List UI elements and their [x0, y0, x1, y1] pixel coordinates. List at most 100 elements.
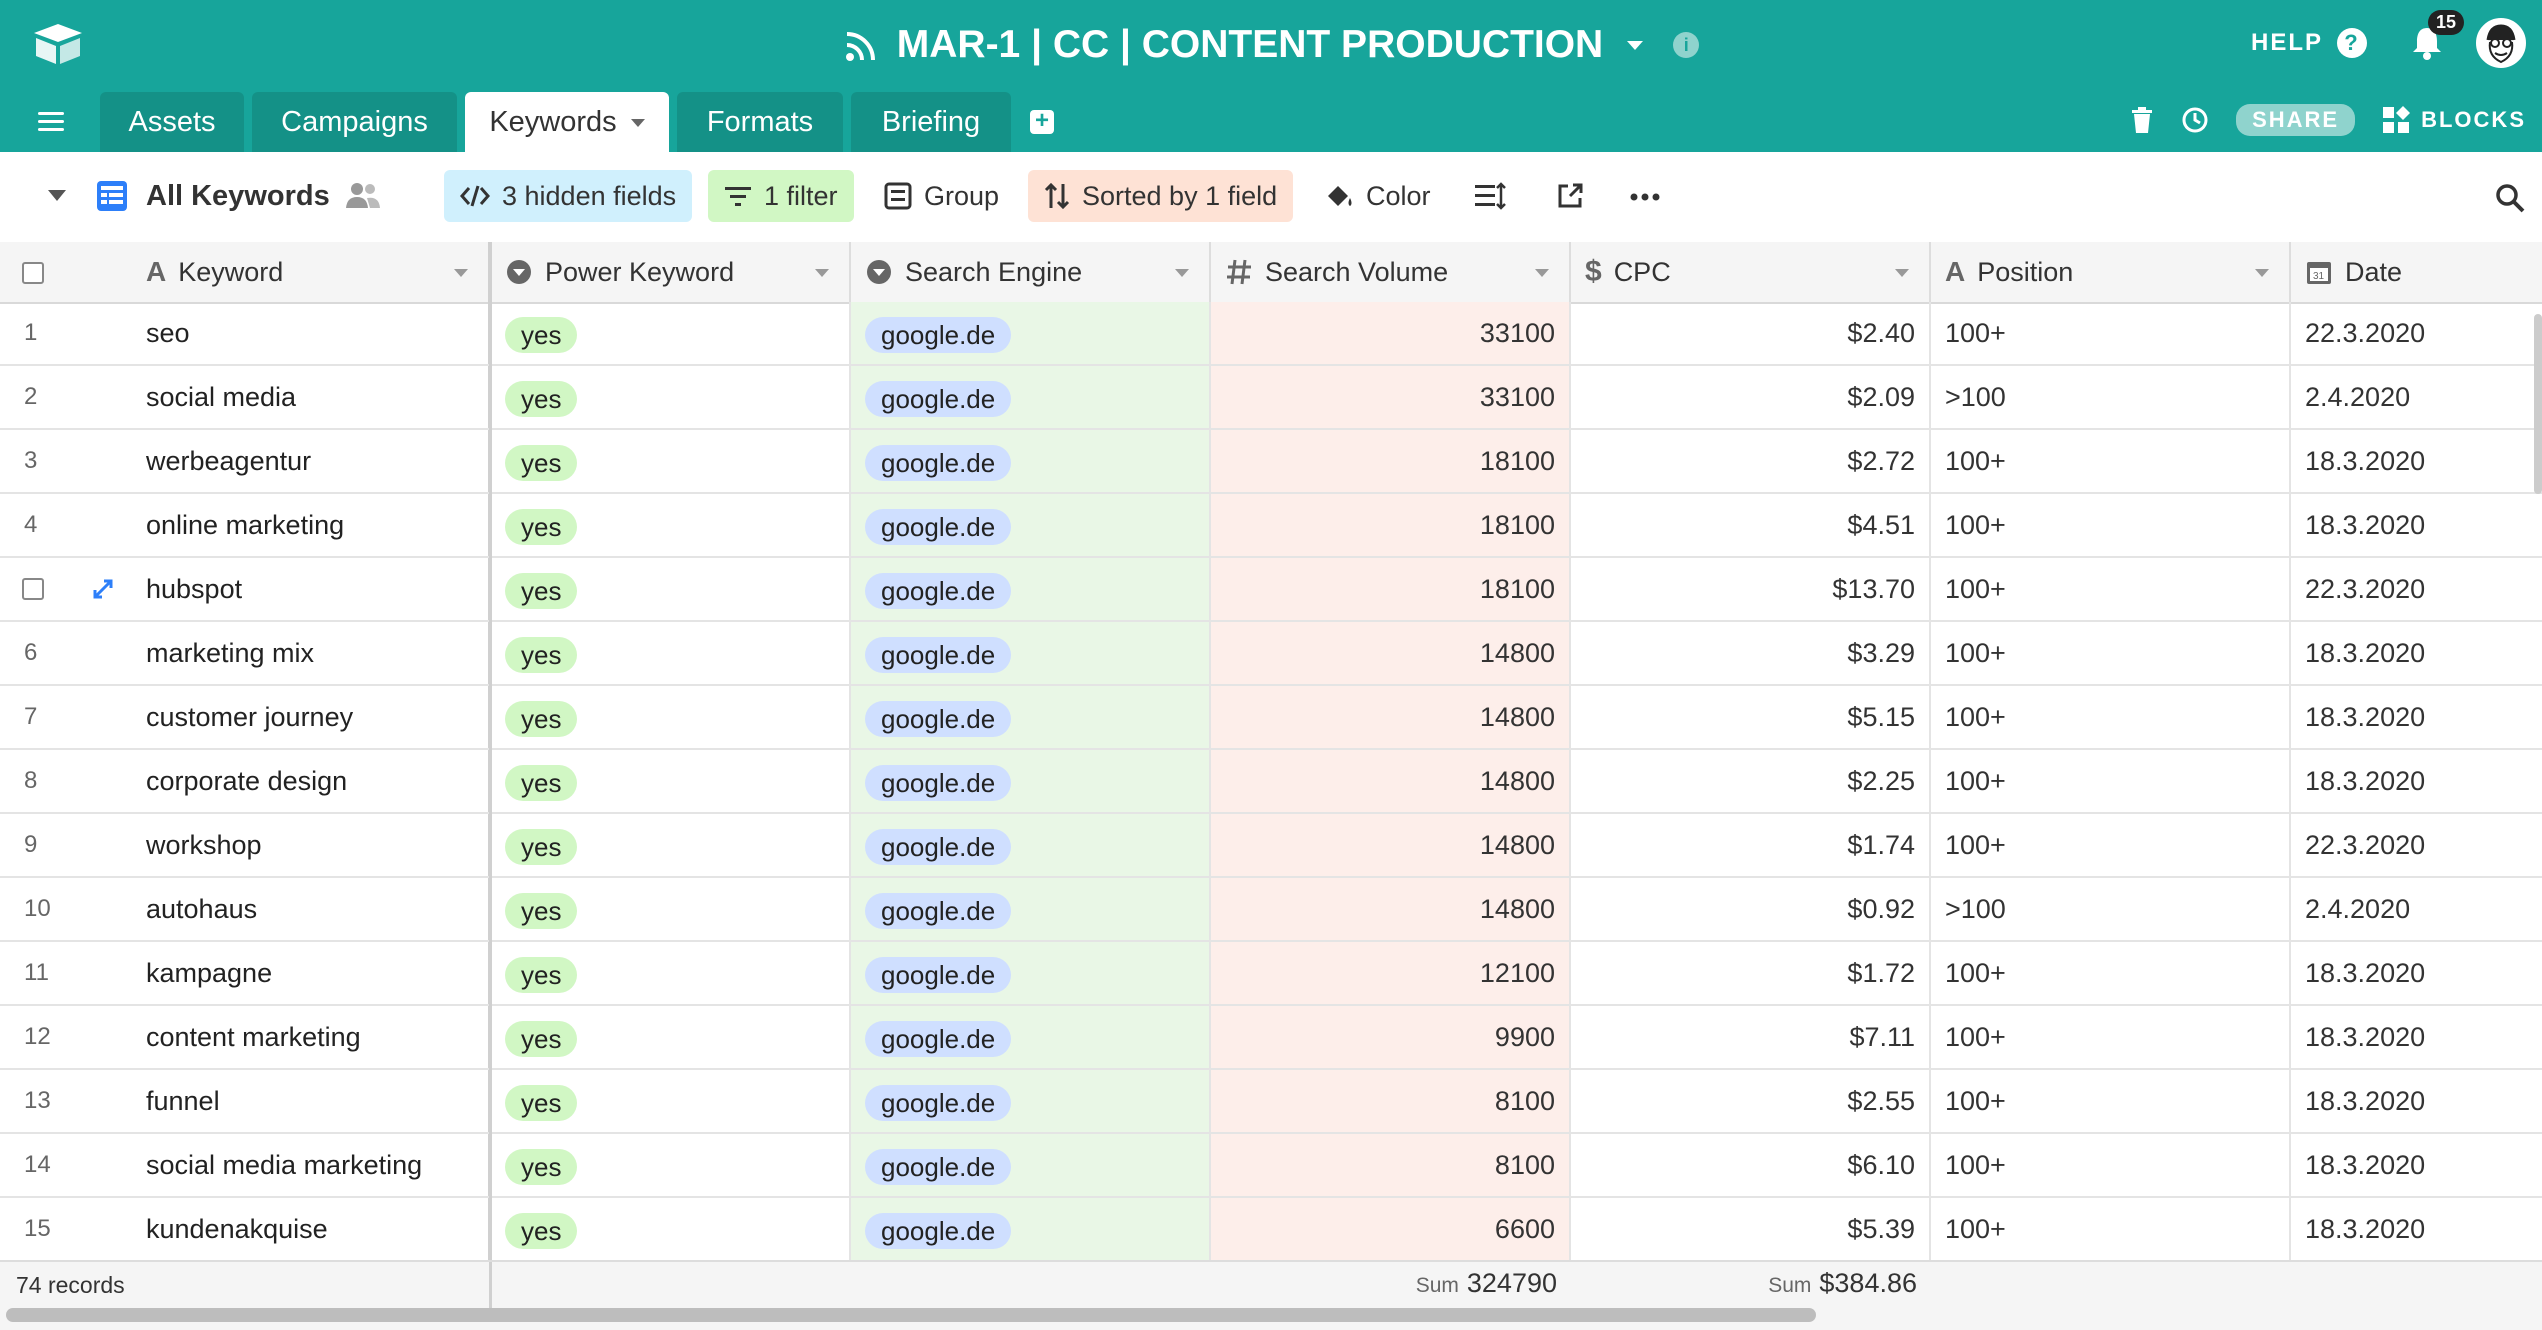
table-row[interactable]: 11 kampagne yes google.de 12100 $1.72 100+ 18.3… — [0, 942, 2542, 1006]
table-row[interactable]: 1 seo yes google.de 33100 $2.40 100+ 22.3.2020 — [0, 302, 2542, 366]
cpc-cell[interactable]: $2.40 — [1571, 302, 1931, 364]
hidden-fields-button[interactable]: 3 hidden fields — [444, 170, 693, 222]
cpc-cell[interactable]: $2.25 — [1571, 750, 1931, 812]
position-cell[interactable]: >100 — [1931, 878, 2291, 940]
view-name[interactable]: All Keywords — [146, 170, 330, 222]
cpc-cell[interactable]: $7.11 — [1571, 1006, 1931, 1068]
search-volume-cell[interactable]: 18100 — [1211, 430, 1571, 492]
share-button[interactable]: SHARE — [2236, 104, 2356, 136]
search-volume-sum[interactable]: Sum 324790 — [1211, 1268, 1557, 1299]
cpc-cell[interactable]: $0.92 — [1571, 878, 1931, 940]
power-keyword-cell[interactable]: yes — [491, 1198, 851, 1260]
search-icon[interactable] — [2494, 182, 2526, 214]
tab-keywords[interactable]: Keywords — [465, 92, 669, 152]
hamburger-menu-icon[interactable] — [38, 112, 64, 132]
search-volume-cell[interactable]: 14800 — [1211, 878, 1571, 940]
position-cell[interactable]: 100+ — [1931, 942, 2291, 1004]
power-keyword-cell[interactable]: yes — [491, 814, 851, 876]
position-cell[interactable]: 100+ — [1931, 1198, 2291, 1260]
tab-briefing[interactable]: Briefing — [851, 92, 1011, 152]
date-cell[interactable]: 22.3.2020 — [2291, 302, 2542, 364]
vertical-scrollbar[interactable] — [2534, 314, 2542, 494]
tab-campaigns[interactable]: Campaigns — [252, 92, 457, 152]
search-engine-cell[interactable]: google.de — [851, 558, 1211, 620]
column-menu-chevron-icon[interactable] — [1535, 269, 1549, 277]
keyword-cell[interactable]: autohaus — [126, 878, 491, 940]
keyword-cell[interactable]: corporate design — [126, 750, 491, 812]
cpc-cell[interactable]: $2.72 — [1571, 430, 1931, 492]
search-engine-cell[interactable]: google.de — [851, 622, 1211, 684]
keyword-cell[interactable]: hubspot — [126, 558, 491, 620]
keyword-cell[interactable]: marketing mix — [126, 622, 491, 684]
power-keyword-cell[interactable]: yes — [491, 1134, 851, 1196]
power-keyword-cell[interactable]: yes — [491, 942, 851, 1004]
user-avatar[interactable] — [2476, 18, 2526, 68]
keyword-cell[interactable]: kundenakquise — [126, 1198, 491, 1260]
column-menu-chevron-icon[interactable] — [2255, 269, 2269, 277]
search-volume-cell[interactable]: 9900 — [1211, 1006, 1571, 1068]
search-engine-cell[interactable]: google.de — [851, 302, 1211, 364]
horizontal-scrollbar[interactable] — [6, 1308, 1816, 1322]
power-keyword-cell[interactable]: yes — [491, 558, 851, 620]
column-header-position[interactable]: A Position — [1931, 242, 2291, 302]
search-engine-cell[interactable]: google.de — [851, 1006, 1211, 1068]
power-keyword-cell[interactable]: yes — [491, 430, 851, 492]
column-menu-chevron-icon[interactable] — [1175, 269, 1189, 277]
search-volume-cell[interactable]: 33100 — [1211, 302, 1571, 364]
column-header-date[interactable]: 31 Date — [2291, 242, 2542, 302]
base-title[interactable]: MAR-1 | CC | CONTENT PRODUCTION i — [0, 18, 2542, 72]
position-cell[interactable]: >100 — [1931, 366, 2291, 428]
search-engine-cell[interactable]: google.de — [851, 942, 1211, 1004]
column-header-search-engine[interactable]: Search Engine — [851, 242, 1211, 302]
cpc-cell[interactable]: $1.74 — [1571, 814, 1931, 876]
keyword-cell[interactable]: social media marketing — [126, 1134, 491, 1196]
expand-record-icon[interactable] — [92, 578, 114, 600]
keyword-cell[interactable]: online marketing — [126, 494, 491, 556]
position-cell[interactable]: 100+ — [1931, 622, 2291, 684]
table-row[interactable]: hubspot yes google.de 18100 $13.70 100+ 22.3.2… — [0, 558, 2542, 622]
date-cell[interactable]: 18.3.2020 — [2291, 1134, 2542, 1196]
position-cell[interactable]: 100+ — [1931, 558, 2291, 620]
position-cell[interactable]: 100+ — [1931, 1070, 2291, 1132]
search-volume-cell[interactable]: 6600 — [1211, 1198, 1571, 1260]
date-cell[interactable]: 18.3.2020 — [2291, 494, 2542, 556]
column-header-power-keyword[interactable]: Power Keyword — [491, 242, 851, 302]
search-volume-cell[interactable]: 12100 — [1211, 942, 1571, 1004]
power-keyword-cell[interactable]: yes — [491, 1006, 851, 1068]
cpc-cell[interactable]: $5.15 — [1571, 686, 1931, 748]
cpc-cell[interactable]: $3.29 — [1571, 622, 1931, 684]
position-cell[interactable]: 100+ — [1931, 1006, 2291, 1068]
search-engine-cell[interactable]: google.de — [851, 430, 1211, 492]
date-cell[interactable]: 18.3.2020 — [2291, 942, 2542, 1004]
position-cell[interactable]: 100+ — [1931, 302, 2291, 364]
date-cell[interactable]: 18.3.2020 — [2291, 622, 2542, 684]
cpc-cell[interactable]: $2.55 — [1571, 1070, 1931, 1132]
date-cell[interactable]: 18.3.2020 — [2291, 1070, 2542, 1132]
date-cell[interactable]: 22.3.2020 — [2291, 558, 2542, 620]
date-cell[interactable]: 18.3.2020 — [2291, 1198, 2542, 1260]
power-keyword-cell[interactable]: yes — [491, 878, 851, 940]
trash-icon[interactable] — [2130, 106, 2154, 134]
table-row[interactable]: 14 social media marketing yes google.de 8100… — [0, 1134, 2542, 1198]
search-volume-cell[interactable]: 14800 — [1211, 750, 1571, 812]
position-cell[interactable]: 100+ — [1931, 814, 2291, 876]
search-engine-cell[interactable]: google.de — [851, 750, 1211, 812]
date-cell[interactable]: 2.4.2020 — [2291, 366, 2542, 428]
share-view-icon[interactable] — [1556, 182, 1584, 210]
table-row[interactable]: 6 marketing mix yes google.de 14800 $3.29 100+… — [0, 622, 2542, 686]
search-volume-cell[interactable]: 18100 — [1211, 494, 1571, 556]
keyword-cell[interactable]: social media — [126, 366, 491, 428]
power-keyword-cell[interactable]: yes — [491, 1070, 851, 1132]
keyword-cell[interactable]: customer journey — [126, 686, 491, 748]
add-table-icon[interactable]: + — [1030, 109, 1054, 134]
date-cell[interactable]: 18.3.2020 — [2291, 750, 2542, 812]
search-engine-cell[interactable]: google.de — [851, 1070, 1211, 1132]
power-keyword-cell[interactable]: yes — [491, 622, 851, 684]
power-keyword-cell[interactable]: yes — [491, 750, 851, 812]
position-cell[interactable]: 100+ — [1931, 430, 2291, 492]
group-button[interactable]: Group — [868, 170, 1015, 222]
history-icon[interactable] — [2180, 105, 2210, 135]
base-menu-chevron-icon[interactable] — [1627, 40, 1644, 50]
date-cell[interactable]: 22.3.2020 — [2291, 814, 2542, 876]
keyword-cell[interactable]: kampagne — [126, 942, 491, 1004]
